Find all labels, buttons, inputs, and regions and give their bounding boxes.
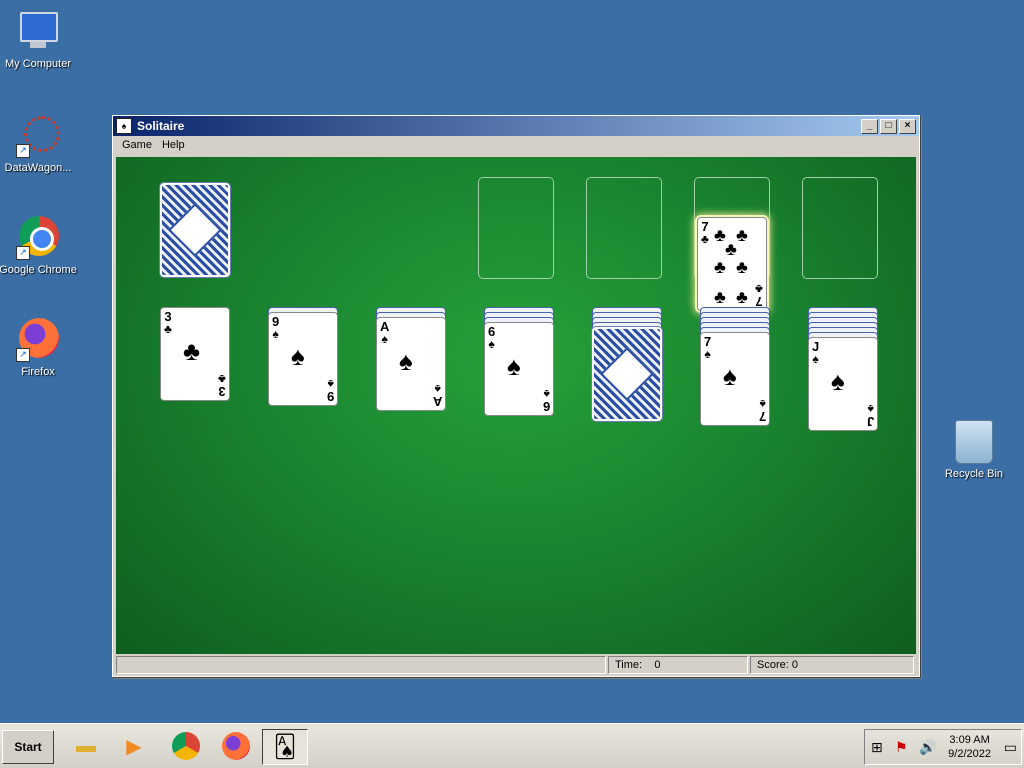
desktop-icon-label: Recycle Bin [944, 468, 1004, 480]
club-pip-icon: ♣ [725, 239, 737, 259]
tableau-top-card[interactable]: 9 ♠ 9 ♠ ♠ [268, 312, 338, 406]
club-pip-icon: ♣ [736, 225, 748, 245]
desktop-icon-label: My Computer [4, 58, 72, 70]
suit-pip-icon: ♠ [291, 341, 305, 371]
desktop-icon-firefox[interactable]: ↗ Firefox [0, 318, 78, 378]
taskbar-solitaire[interactable]: 🂡 [262, 729, 308, 765]
tableau-top-card[interactable]: 3 ♣ 3 ♣ ♣ [160, 307, 230, 401]
desktop-icon-my-computer[interactable]: My Computer [0, 10, 78, 70]
solitaire-window: ♠ Solitaire _ □ × Game Help 7 ♣ 7 ♣ ♣ ♣ ♣ … [112, 115, 920, 677]
desktop-icon-label: DataWagon... [4, 162, 72, 174]
foundation-slot-2[interactable] [586, 177, 662, 279]
datawagon-icon: ↗ [16, 114, 60, 158]
tableau-top-card[interactable]: J ♠ J ♠ ♠ [808, 337, 878, 431]
suit-pip-icon: ♣ [183, 336, 201, 366]
tableau-top-card[interactable]: A ♠ A ♠ ♠ [376, 317, 446, 411]
card-rank-top: 7 ♣ [701, 219, 709, 246]
suit-pip-icon: ♠ [723, 361, 737, 391]
tableau-top-card[interactable]: 6 ♠ 6 ♠ ♠ [484, 322, 554, 416]
foundation-slot-4[interactable] [802, 177, 878, 279]
card-rank-bottom: 7 ♣ [755, 282, 763, 309]
title-bar[interactable]: ♠ Solitaire _ □ × [113, 116, 919, 136]
card-rank-top: 6 ♠ [488, 324, 496, 351]
network-icon[interactable]: ⊞ [871, 739, 883, 756]
firefox-icon: ↗ [16, 318, 60, 362]
suit-pip-icon: ♠ [507, 351, 521, 381]
club-pip-icon: ♣ [736, 287, 748, 307]
suit-pip-icon: ♠ [399, 346, 413, 376]
card-rank-top: 9 ♠ [272, 314, 280, 341]
tableau-top-card[interactable]: 7 ♠ 7 ♠ ♠ [700, 332, 770, 426]
dragged-card[interactable]: 7 ♣ 7 ♣ ♣ ♣ ♣ ♣ ♣ ♣ ♣ [697, 217, 767, 311]
club-pip-icon: ♣ [714, 287, 726, 307]
club-pip-icon: ♣ [736, 257, 748, 277]
menu-help[interactable]: Help [157, 139, 190, 151]
desktop-icon-label: Firefox [21, 366, 55, 378]
shortcut-arrow-icon: ↗ [16, 144, 30, 158]
status-score: Score: 0 [750, 656, 914, 674]
taskbar-firefox[interactable] [214, 729, 258, 763]
status-bar: Time: 0 Score: 0 [116, 656, 916, 674]
taskbar: Start ▬ ▶ 🂡 ⊞ ⚑ 🔊 3:09 AM 9/2/2022 ▭ [0, 723, 1024, 768]
menu-game[interactable]: Game [117, 139, 157, 151]
close-button[interactable]: × [899, 118, 916, 134]
card-rank-bottom: 6 ♠ [542, 387, 550, 414]
recycle-bin-icon [955, 420, 993, 464]
card-rank-top: 7 ♠ [704, 334, 712, 361]
chrome-icon: ↗ [16, 216, 60, 260]
desktop-icon-google-chrome[interactable]: ↗ Google Chrome [0, 216, 78, 276]
card-rank-bottom: 3 ♣ [218, 372, 226, 399]
taskbar-media-player[interactable]: ▶ [112, 729, 156, 763]
computer-icon [16, 10, 60, 54]
card-rank-top: 3 ♣ [164, 309, 172, 336]
game-felt[interactable]: 7 ♣ 7 ♣ ♣ ♣ ♣ ♣ ♣ ♣ ♣ 3 ♣ 3 ♣ ♣ 9 ♠ 9 ♠ ♠ A ♠ A ♠ ♠ 6 ♠ 6 ♠ ♠… [116, 157, 916, 654]
start-button[interactable]: Start [2, 730, 54, 764]
status-message [116, 656, 606, 674]
menu-bar: Game Help [113, 136, 919, 154]
taskbar-explorer[interactable]: ▬ [64, 729, 108, 763]
solitaire-icon: 🂡 [273, 734, 297, 759]
firefox-icon [222, 732, 250, 760]
clock-time: 3:09 AM [949, 734, 990, 746]
card-rank-bottom: J ♠ [866, 402, 874, 429]
suit-pip-icon: ♠ [831, 366, 845, 396]
card-rank-bottom: A ♠ [432, 382, 442, 409]
folder-icon: ▬ [76, 734, 96, 757]
clock[interactable]: 3:09 AM 9/2/2022 [948, 733, 991, 761]
status-time: Time: 0 [608, 656, 748, 674]
security-icon[interactable]: ⚑ [895, 739, 908, 756]
taskbar-chrome[interactable] [164, 729, 208, 763]
card-rank-bottom: 9 ♠ [326, 377, 334, 404]
card-rank-bottom: 7 ♠ [758, 397, 766, 424]
clock-date: 9/2/2022 [948, 748, 991, 760]
start-label: Start [14, 740, 42, 754]
stock-pile[interactable] [159, 182, 231, 278]
tableau-top-card-facedown[interactable] [591, 326, 663, 422]
window-title: Solitaire [137, 119, 185, 133]
shortcut-arrow-icon: ↗ [16, 246, 30, 260]
club-pip-icon: ♣ [714, 257, 726, 277]
solitaire-app-icon: ♠ [116, 118, 132, 134]
card-rank-top: J ♠ [812, 339, 820, 366]
volume-icon[interactable]: 🔊 [919, 739, 936, 756]
maximize-button[interactable]: □ [880, 118, 897, 134]
media-player-icon: ▶ [126, 735, 142, 758]
minimize-button[interactable]: _ [861, 118, 878, 134]
shortcut-arrow-icon: ↗ [16, 348, 30, 362]
card-rank-top: A ♠ [380, 319, 390, 346]
foundation-slot-1[interactable] [478, 177, 554, 279]
desktop-icon-recycle-bin[interactable]: Recycle Bin [934, 420, 1014, 480]
system-tray: ⊞ ⚑ 🔊 3:09 AM 9/2/2022 ▭ [864, 729, 1022, 765]
show-desktop-icon[interactable]: ▭ [1004, 739, 1017, 756]
chrome-icon [172, 732, 200, 760]
desktop-icon-datawagon[interactable]: ↗ DataWagon... [0, 114, 78, 174]
desktop-icon-label: Google Chrome [0, 264, 77, 276]
